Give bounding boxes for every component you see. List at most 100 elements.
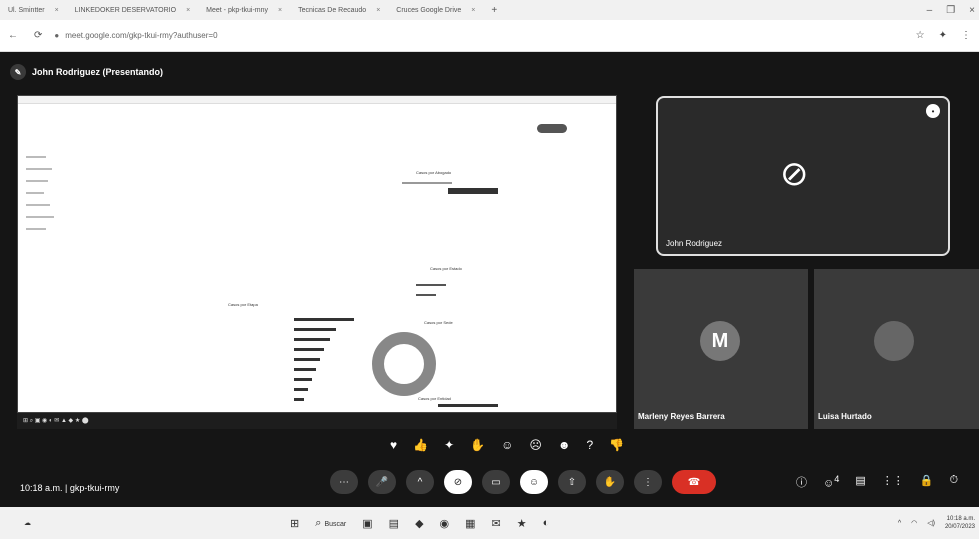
participant-name: Luisa Hurtado — [818, 412, 872, 421]
weather-icon: ☁ — [24, 520, 31, 527]
participant-tile[interactable]: Luisa Hurtado — [814, 269, 979, 429]
hang-up-button[interactable]: ☎ — [672, 470, 716, 494]
url-field[interactable]: ● meet.google.com/gkp-tkui-rmy?authuser=… — [54, 31, 217, 40]
chart-title: Casos por Abogado — [416, 170, 452, 175]
chart-title: Casos por Etapa — [228, 302, 258, 307]
close-tab-icon[interactable]: × — [55, 7, 59, 14]
chart-title: Casos por Entidad — [418, 396, 451, 401]
window-controls: – ❐ × — [927, 0, 975, 20]
shared-screen[interactable]: Casos por Abogado Casos por Estado Casos… — [17, 95, 617, 413]
tab-label: LINKEDOKER DESERVATORIO — [74, 6, 177, 14]
volume-icon[interactable]: ◁) — [927, 519, 935, 527]
meeting-time: 10:18 a.m. — [20, 483, 63, 493]
thinking-reaction-icon[interactable]: ? — [587, 438, 594, 452]
participant-tile[interactable]: M Marleny Reyes Barrera — [634, 269, 808, 429]
captions-button[interactable]: ▭ — [482, 470, 510, 494]
tab-2[interactable]: LINKEDOKER DESERVATORIO × — [67, 0, 199, 20]
reload-icon[interactable]: ⟳ — [26, 30, 50, 41]
separator: | — [65, 483, 68, 493]
minimize-icon[interactable]: – — [927, 5, 933, 16]
presenter-label: ✎ John Rodriguez (Presentando) — [10, 64, 163, 80]
meeting-code: gkp-tkui-rmy — [69, 483, 120, 493]
avatar — [874, 321, 914, 361]
back-icon[interactable]: ← — [0, 30, 26, 41]
app-icon[interactable]: ★ — [517, 517, 527, 530]
thumbs-up-reaction-icon[interactable]: 👍 — [413, 438, 428, 452]
clap-reaction-icon[interactable]: ✋ — [470, 438, 485, 452]
people-icon[interactable]: ☺4 — [823, 474, 839, 490]
more-mic-options-icon[interactable]: ⋯ — [330, 470, 358, 494]
tab-1[interactable]: Ul. Smintter × — [0, 0, 67, 20]
sad-reaction-icon[interactable]: ☻ — [558, 438, 571, 452]
surprised-reaction-icon[interactable]: ☹ — [529, 438, 542, 452]
activities-icon[interactable]: ⋮⋮ — [882, 474, 904, 490]
tab-4[interactable]: Tecnicas De Recaudo × — [290, 0, 388, 20]
meeting-info: 10:18 a.m. | gkp-tkui-rmy — [20, 483, 119, 493]
search-icon: ⌕ — [315, 516, 322, 529]
tab-3[interactable]: Meet - pkp-tkui-mny × — [198, 0, 290, 20]
close-tab-icon[interactable]: × — [376, 7, 380, 14]
participant-count: 4 — [834, 474, 840, 484]
tab-5[interactable]: Cruces Google Drive × — [388, 0, 483, 20]
tray-chevron-icon[interactable]: ^ — [898, 520, 901, 527]
system-tray: ^ ◠ ◁) 10:18 a.m. 20/07/2023 — [898, 515, 975, 531]
chart-title: Casos por Estado — [430, 266, 462, 271]
restore-icon[interactable]: ❐ — [946, 5, 955, 16]
party-reaction-icon[interactable]: ✦ — [444, 438, 454, 452]
app-icon[interactable]: ▦ — [465, 517, 475, 530]
extensions-icon[interactable]: ✦ — [939, 30, 947, 41]
start-icon[interactable]: ⊞ — [290, 517, 299, 530]
chat-icon[interactable]: ▤ — [855, 474, 865, 490]
emoji-button[interactable]: ☺ — [520, 470, 548, 494]
close-tab-icon[interactable]: × — [278, 7, 282, 14]
mic-button[interactable]: 🎤 — [368, 470, 396, 494]
close-tab-icon[interactable]: × — [471, 7, 475, 14]
site-info-icon[interactable]: ● — [54, 31, 59, 40]
timer-icon[interactable]: ⏱ — [949, 474, 958, 490]
donut-chart — [372, 332, 436, 396]
file-explorer-icon[interactable]: ▤ — [389, 517, 399, 530]
raise-hand-button[interactable]: ✋ — [596, 470, 624, 494]
chart-bar — [416, 284, 446, 286]
reactions-bar: ♥ 👍 ✦ ✋ ☺ ☹ ☻ ? 👎 — [390, 438, 624, 452]
camera-off-button[interactable]: ⊘ — [444, 470, 472, 494]
browser-tab-strip: Ul. Smintter × LINKEDOKER DESERVATORIO × M… — [0, 0, 979, 20]
tab-label: Tecnicas De Recaudo — [298, 6, 367, 14]
info-icon[interactable]: ⓘ — [796, 474, 807, 490]
thumbs-down-reaction-icon[interactable]: 👎 — [609, 438, 624, 452]
browser-menu-icon[interactable]: ⋮ — [961, 30, 971, 41]
app-icon[interactable]: ◆ — [415, 517, 423, 530]
taskview-icon[interactable]: ▣ — [362, 517, 372, 530]
tab-label: Meet - pkp-tkui-mny — [206, 6, 269, 14]
self-video-tile[interactable]: • ⊘ John Rodriguez — [656, 96, 950, 256]
new-tab-button[interactable]: + — [483, 5, 505, 16]
chart-bar — [438, 404, 498, 407]
clock-date: 20/07/2023 — [944, 524, 975, 530]
taskbar-apps: ⊞ ⌕ Buscar ▣ ▤ ◆ ◉ ▦ ✉ ★ ◐ — [290, 517, 549, 530]
clock[interactable]: 10:18 a.m. 20/07/2023 — [945, 515, 975, 531]
pin-icon[interactable]: ✎ — [10, 64, 26, 80]
chart-bar — [402, 182, 452, 184]
search-box[interactable]: ⌕ Buscar — [315, 517, 346, 530]
host-controls-icon[interactable]: 🔒 — [920, 474, 934, 490]
wifi-icon[interactable]: ◠ — [911, 519, 917, 527]
camera-options-chevron-icon[interactable]: ^ — [406, 470, 434, 494]
more-options-button[interactable]: ⋮ — [634, 470, 662, 494]
app-icon[interactable]: ◐ — [543, 517, 550, 529]
screen: Ul. Smintter × LINKEDOKER DESERVATORIO × M… — [0, 0, 979, 539]
weather-widget[interactable]: ☁ — [24, 519, 31, 527]
chrome-icon[interactable]: ◉ — [440, 517, 450, 530]
app-icon[interactable]: ✉ — [492, 517, 501, 530]
shared-browser-bar — [18, 96, 616, 104]
laugh-reaction-icon[interactable]: ☺ — [501, 438, 513, 452]
participant-name: John Rodriguez — [666, 239, 723, 248]
chart-bar — [448, 188, 498, 194]
tab-label: Ul. Smintter — [8, 6, 45, 14]
present-button[interactable]: ⇧ — [558, 470, 586, 494]
shared-share-button — [537, 124, 567, 133]
close-window-icon[interactable]: × — [969, 5, 975, 16]
close-tab-icon[interactable]: × — [186, 7, 190, 14]
meet-stage: ✎ John Rodriguez (Presentando) Casos por… — [0, 52, 979, 507]
bookmark-star-icon[interactable]: ☆ — [916, 30, 925, 41]
heart-reaction-icon[interactable]: ♥ — [390, 438, 397, 452]
